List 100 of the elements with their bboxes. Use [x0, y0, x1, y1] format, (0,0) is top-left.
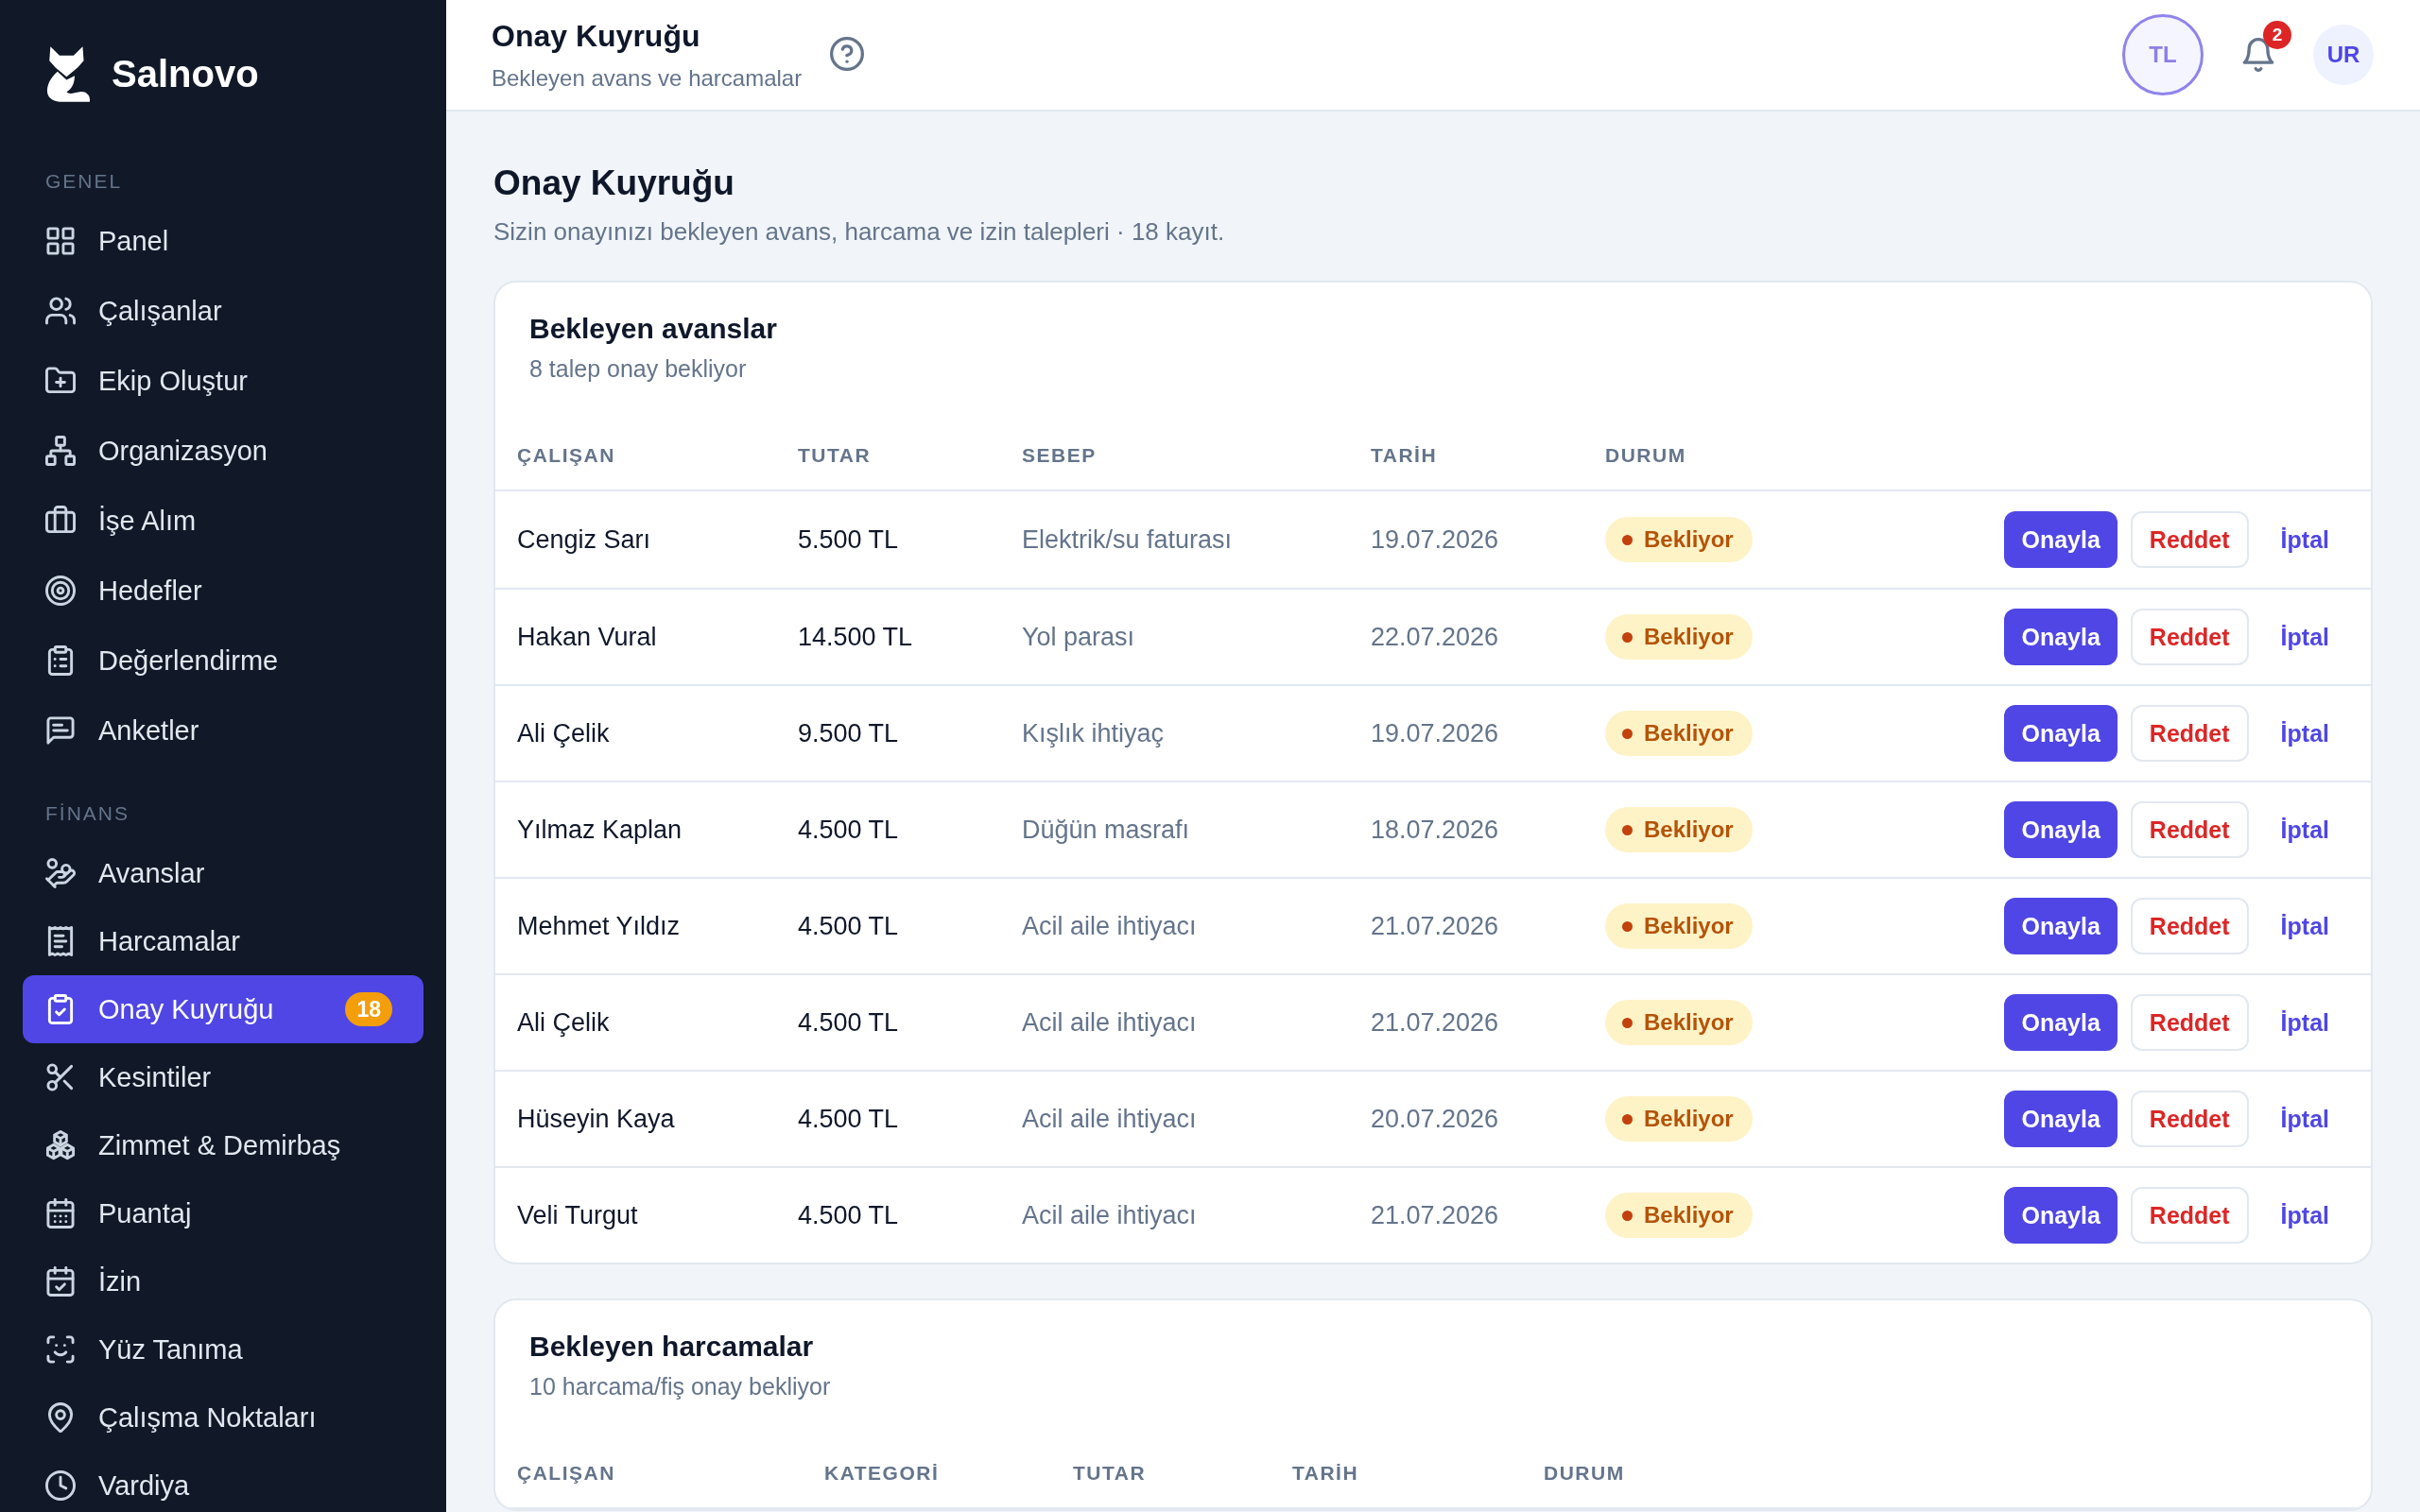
briefcase-icon	[45, 506, 76, 536]
reject-button[interactable]: Reddet	[2130, 898, 2249, 954]
reject-button[interactable]: Reddet	[2130, 609, 2249, 665]
nav-item[interactable]: Avanslar	[23, 839, 424, 907]
clipboard-check-icon	[45, 994, 76, 1024]
amount-text: 4.500 TL	[798, 1104, 899, 1135]
nav-item[interactable]: Yüz Tanıma	[23, 1315, 424, 1383]
status-dot-icon	[1622, 631, 1633, 643]
status-label: Bekliyor	[1644, 1009, 1734, 1036]
reject-button[interactable]: Reddet	[2130, 705, 2249, 762]
header-subtitle: Bekleyen avans ve harcamalar	[492, 63, 803, 93]
clipboard-list-icon	[45, 645, 76, 676]
employee-name: Veli Turgut	[517, 1200, 638, 1231]
reason-text: Acil aile ihtiyacı	[1022, 1007, 1197, 1039]
column-header: DURUM	[1605, 444, 1686, 467]
reject-button[interactable]: Reddet	[2130, 1187, 2249, 1244]
nav-item[interactable]: Hedefler	[23, 557, 424, 625]
status-label: Bekliyor	[1644, 816, 1734, 843]
user-avatar[interactable]: UR	[2313, 25, 2374, 85]
date-text: 21.07.2026	[1371, 911, 1499, 942]
date-text: 21.07.2026	[1371, 1200, 1499, 1231]
nav-item[interactable]: Çalışma Noktaları	[23, 1383, 424, 1452]
fox-logo-icon	[45, 45, 91, 102]
approve-button[interactable]: Onayla	[2004, 609, 2118, 665]
calendar-check-icon	[45, 1266, 76, 1297]
folder-plus-icon	[45, 366, 76, 396]
brand-name: Salnovo	[112, 52, 259, 96]
approve-button[interactable]: Onayla	[2004, 898, 2118, 954]
reject-button[interactable]: Reddet	[2130, 994, 2249, 1051]
nav-item[interactable]: Panel	[23, 207, 424, 275]
status-label: Bekliyor	[1644, 1106, 1734, 1132]
status-label: Bekliyor	[1644, 913, 1734, 939]
face-scan-icon	[45, 1334, 76, 1365]
nav-item[interactable]: Onay Kuyruğu 18	[23, 975, 424, 1043]
reject-button[interactable]: Reddet	[2130, 1091, 2249, 1147]
calendar-icon	[45, 1198, 76, 1228]
section-label: GENEL	[45, 170, 123, 193]
count-badge: 18	[345, 992, 392, 1026]
employee-name: Hüseyin Kaya	[517, 1104, 675, 1135]
nav-item[interactable]: Ekip Oluştur	[23, 347, 424, 415]
nav-item[interactable]: Vardiya	[23, 1452, 424, 1512]
nav-item[interactable]: Çalışanlar	[23, 277, 424, 345]
amount-text: 5.500 TL	[798, 524, 899, 556]
card-title: Bekleyen avanslar	[529, 312, 778, 346]
amount-text: 4.500 TL	[798, 911, 899, 942]
cancel-link[interactable]: İptal	[2267, 511, 2342, 568]
cancel-link[interactable]: İptal	[2267, 1091, 2342, 1147]
reason-text: Acil aile ihtiyacı	[1022, 1200, 1197, 1231]
status-label: Bekliyor	[1644, 624, 1734, 650]
cancel-link[interactable]: İptal	[2267, 898, 2342, 954]
reason-text: Kışlık ihtiyaç	[1022, 718, 1165, 749]
map-pin-icon	[45, 1402, 76, 1433]
receipt-icon	[45, 926, 76, 956]
header-title: Onay Kuyruğu	[492, 17, 701, 55]
help-icon[interactable]	[830, 37, 865, 71]
nav-item[interactable]: Harcamalar	[23, 907, 424, 975]
org-chart-icon	[45, 436, 76, 466]
nav-item[interactable]: Değerlendirme	[23, 627, 424, 695]
column-header: KATEGORİ	[824, 1462, 940, 1485]
approve-button[interactable]: Onayla	[2004, 801, 2118, 858]
nav-item[interactable]: İşe Alım	[23, 487, 424, 555]
page-subtitle: Sizin onayınızı bekleyen avans, harcama ve izin talepleri · 18 kayıt.	[493, 216, 1226, 248]
status-dot-icon	[1622, 1113, 1633, 1125]
nav-item[interactable]: Anketler	[23, 696, 424, 765]
nav-item[interactable]: Organizasyon	[23, 417, 424, 485]
amount-text: 4.500 TL	[798, 815, 899, 846]
nav-item[interactable]: Kesintiler	[23, 1043, 424, 1111]
approve-button[interactable]: Onayla	[2004, 705, 2118, 762]
reject-button[interactable]: Reddet	[2130, 511, 2249, 568]
reject-button[interactable]: Reddet	[2130, 801, 2249, 858]
employee-name: Hakan Vural	[517, 622, 657, 653]
cancel-link[interactable]: İptal	[2267, 609, 2342, 665]
employee-name: Yılmaz Kaplan	[517, 815, 683, 846]
cancel-link[interactable]: İptal	[2267, 1187, 2342, 1244]
card-subtitle: 10 harcama/fiş onay bekliyor	[529, 1372, 832, 1401]
column-header: TARİH	[1371, 444, 1438, 467]
nav-item[interactable]: İzin	[23, 1247, 424, 1315]
reason-text: Elektrik/su faturası	[1022, 524, 1233, 556]
employee-name: Cengiz Sarı	[517, 524, 651, 556]
status-dot-icon	[1622, 920, 1633, 932]
grid-icon	[45, 226, 76, 256]
cubes-icon	[45, 1130, 76, 1160]
status-dot-icon	[1622, 824, 1633, 835]
amount-text: 4.500 TL	[798, 1007, 899, 1039]
employee-name: Ali Çelik	[517, 1007, 610, 1039]
card-title: Bekleyen harcamalar	[529, 1330, 815, 1364]
column-header: ÇALIŞAN	[517, 1462, 615, 1485]
cancel-link[interactable]: İptal	[2267, 994, 2342, 1051]
approve-button[interactable]: Onayla	[2004, 994, 2118, 1051]
nav-item[interactable]: Zimmet & Demirbaş	[23, 1111, 424, 1179]
column-header: ÇALIŞAN	[517, 444, 615, 467]
cancel-link[interactable]: İptal	[2267, 705, 2342, 762]
nav-item[interactable]: Puantaj	[23, 1179, 424, 1247]
cancel-link[interactable]: İptal	[2267, 801, 2342, 858]
approve-button[interactable]: Onayla	[2004, 511, 2118, 568]
approve-button[interactable]: Onayla	[2004, 1091, 2118, 1147]
approve-button[interactable]: Onayla	[2004, 1187, 2118, 1244]
hand-coins-icon	[45, 858, 76, 888]
column-header: TUTAR	[1073, 1462, 1147, 1485]
target-icon	[45, 576, 76, 606]
